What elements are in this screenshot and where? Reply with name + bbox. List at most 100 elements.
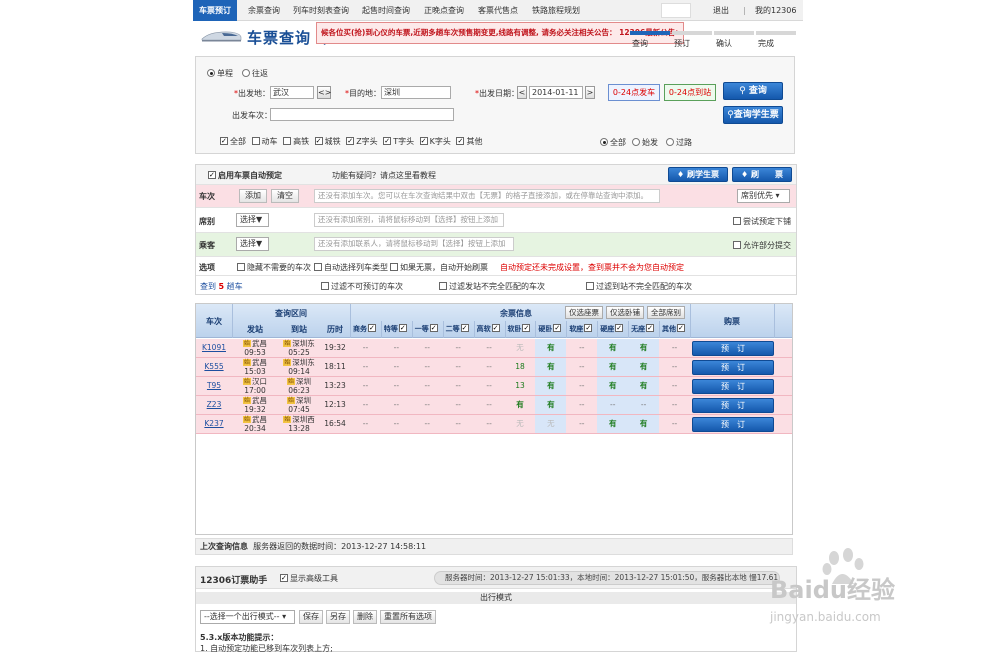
seat-availability[interactable]: 无 — [535, 415, 567, 433]
seat-availability[interactable]: -- — [474, 377, 505, 395]
train-list-placeholder[interactable]: 还没有添加车次。您可以在车次查询结果中双击【无票】的格子直接添加，或在停靠站查询… — [314, 189, 660, 203]
seat-availability[interactable]: -- — [412, 396, 443, 414]
station-filter-all[interactable]: 全部 — [600, 137, 626, 148]
seat-availability[interactable]: 有 — [535, 339, 567, 357]
seat-availability[interactable]: -- — [474, 358, 505, 376]
swap-stations-button[interactable]: <> — [317, 86, 331, 99]
seat-availability[interactable]: -- — [381, 358, 412, 376]
depart-time-selector[interactable]: 0-24点发车 — [608, 84, 660, 101]
seat-col-3[interactable]: 二等 — [443, 324, 474, 334]
date-next-button[interactable]: > — [585, 86, 595, 99]
from-station-input[interactable]: 武汉 — [270, 86, 314, 99]
nav-tab-agents[interactable]: 客票代售点 — [478, 0, 518, 21]
delete-mode-button[interactable]: 删除 — [353, 610, 377, 624]
seat-availability[interactable]: -- — [474, 415, 505, 433]
seat-list-placeholder[interactable]: 还没有添加席别，请将鼠标移动到【选择】按钮上添加 — [314, 213, 504, 227]
seat-availability[interactable]: -- — [443, 339, 474, 357]
train-no-input[interactable] — [270, 108, 454, 121]
train-number-link[interactable]: K237 — [196, 415, 232, 433]
seat-availability[interactable]: -- — [350, 339, 381, 357]
student-search-button[interactable]: ⚲查询学生票 — [723, 106, 783, 124]
filter-t[interactable]: T字头 — [383, 137, 414, 146]
seat-availability[interactable]: -- — [381, 339, 412, 357]
to-station-input[interactable]: 深圳 — [381, 86, 451, 99]
seat-col-9[interactable]: 无座 — [628, 324, 659, 334]
filter-dep-mismatch[interactable]: 过滤发站不完全匹配的车次 — [439, 281, 545, 292]
passenger-select-button[interactable]: 选择▼ — [236, 237, 269, 251]
seat-availability[interactable]: -- — [474, 396, 505, 414]
seat-availability[interactable]: -- — [443, 377, 474, 395]
filter-all[interactable]: 全部 — [220, 137, 246, 146]
seat-availability[interactable]: -- — [474, 339, 505, 357]
seat-availability[interactable]: -- — [566, 339, 597, 357]
opt-auto-refresh[interactable]: 如果无票，自动开始刷票 — [390, 262, 488, 273]
seat-select-button[interactable]: 选择▼ — [236, 213, 269, 227]
nav-tab-remaining[interactable]: 余票查询 — [248, 0, 280, 21]
filter-z[interactable]: Z字头 — [346, 137, 378, 146]
announcement-banner[interactable]: 候各位买(抢)到心仪的车票,近期多趟车次预售期变更,线路有调整, 请务必关注相关… — [316, 22, 684, 44]
train-number-link[interactable]: T95 — [196, 377, 232, 395]
filter-emu[interactable]: 动车 — [251, 137, 278, 146]
only-seat-button[interactable]: 仅选座票 — [565, 306, 603, 319]
only-sleeper-button[interactable]: 仅选卧铺 — [606, 306, 644, 319]
add-train-button[interactable]: 添加 — [239, 189, 267, 203]
filter-high-speed[interactable]: 高铁 — [283, 137, 309, 146]
filter-unbookable[interactable]: 过滤不可预订的车次 — [321, 281, 403, 292]
seat-availability[interactable]: 有 — [628, 415, 660, 433]
seat-availability[interactable]: -- — [412, 415, 443, 433]
seat-availability[interactable]: 有 — [628, 339, 660, 357]
seat-col-5[interactable]: 软卧 — [505, 324, 536, 334]
nav-tab-planner[interactable]: 铁路旅程规划 — [532, 0, 580, 21]
seat-availability[interactable]: -- — [412, 339, 443, 357]
arrive-time-selector[interactable]: 0-24点到站 — [664, 84, 716, 101]
clear-train-button[interactable]: 清空 — [271, 189, 299, 203]
refresh-student-button[interactable]: ♦ 刷学生票 — [668, 167, 728, 182]
seat-availability[interactable]: -- — [443, 396, 474, 414]
seat-availability[interactable]: 13 — [505, 377, 536, 395]
seat-col-1[interactable]: 特等 — [381, 324, 412, 334]
seat-availability[interactable]: -- — [381, 396, 412, 414]
seat-availability[interactable]: 18 — [505, 358, 536, 376]
seat-availability[interactable]: -- — [628, 396, 660, 414]
seat-availability[interactable]: -- — [443, 415, 474, 433]
seat-availability[interactable]: -- — [350, 358, 381, 376]
date-prev-button[interactable]: < — [517, 86, 527, 99]
filter-intercity[interactable]: 城铁 — [314, 137, 341, 146]
reset-options-button[interactable]: 重置所有选项 — [380, 610, 436, 624]
seat-availability[interactable]: -- — [381, 377, 412, 395]
book-button[interactable]: 预 订 — [692, 398, 774, 413]
seat-col-4[interactable]: 高软 — [474, 324, 505, 334]
seat-col-2[interactable]: 一等 — [412, 324, 443, 334]
passenger-list-placeholder[interactable]: 还没有添加联系人，请将鼠标移动到【选择】按钮上添加 — [314, 237, 514, 251]
seat-availability[interactable]: -- — [566, 377, 597, 395]
filter-k[interactable]: K字头 — [419, 137, 451, 146]
book-button[interactable]: 预 订 — [692, 360, 774, 375]
filter-arr-mismatch[interactable]: 过滤到站不完全匹配的车次 — [586, 281, 692, 292]
seat-availability[interactable]: 有 — [628, 377, 660, 395]
seat-availability[interactable]: -- — [566, 396, 597, 414]
radio-one-way[interactable] — [207, 69, 215, 77]
show-advanced-tools[interactable]: 显示高级工具 — [280, 573, 338, 584]
seat-availability[interactable]: -- — [443, 358, 474, 376]
seat-availability[interactable]: -- — [350, 415, 381, 433]
seat-col-0[interactable]: 商务 — [350, 324, 381, 334]
opt-auto-train-type[interactable]: 自动选择列车类型 — [314, 262, 388, 273]
seat-availability[interactable]: 有 — [597, 415, 629, 433]
my-account-link[interactable]: 我的12306 — [755, 0, 796, 21]
seat-availability[interactable]: -- — [412, 377, 443, 395]
seat-availability[interactable]: -- — [566, 358, 597, 376]
seat-availability[interactable]: -- — [566, 415, 597, 433]
book-button[interactable]: 预 订 — [692, 341, 774, 356]
seat-col-7[interactable]: 软座 — [566, 324, 597, 334]
nav-search-box[interactable] — [661, 3, 691, 18]
allow-partial-option[interactable]: 允许部分提交 — [733, 240, 791, 251]
nav-tab-delay[interactable]: 正晚点查询 — [424, 0, 464, 21]
filter-other[interactable]: 其他 — [456, 137, 482, 146]
logout-link[interactable]: 退出 — [713, 0, 729, 21]
seat-col-10[interactable]: 其他 — [659, 324, 690, 334]
mode-select[interactable]: --选择一个出行模式-- ▾ — [200, 610, 295, 624]
seat-availability[interactable]: 有 — [597, 339, 629, 357]
seat-availability[interactable]: 有 — [597, 358, 629, 376]
seat-availability[interactable]: 无 — [505, 339, 536, 357]
refresh-ticket-button[interactable]: ♦ 刷 票 — [732, 167, 792, 182]
